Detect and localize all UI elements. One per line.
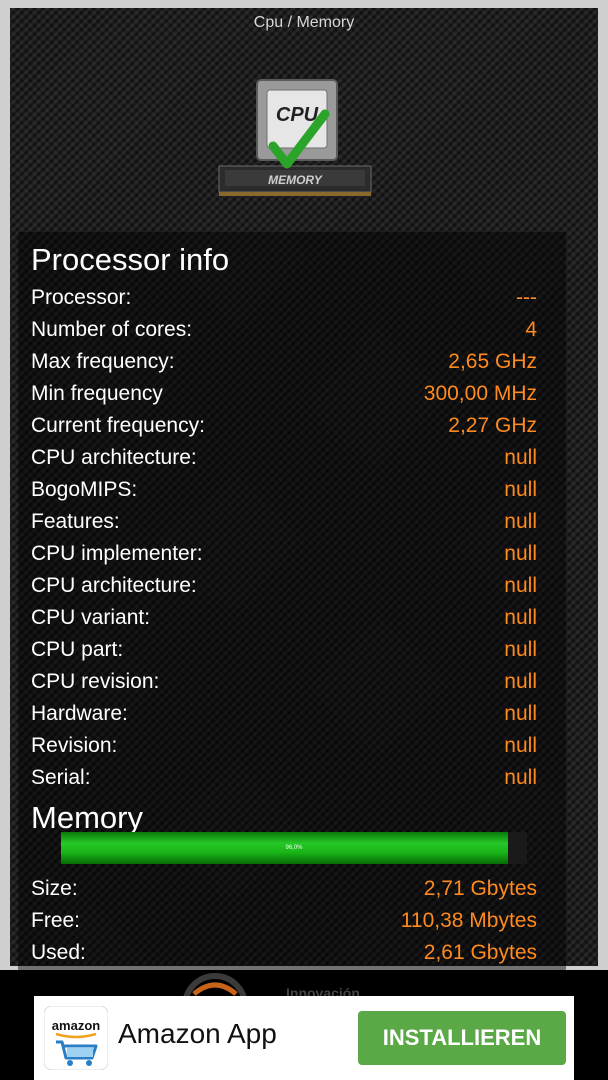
row-label: CPU revision: — [31, 670, 160, 693]
row-label: Current frequency: — [31, 414, 205, 437]
memory-free-row: Free: 110,38 Mbytes — [31, 905, 537, 937]
logo-cpu-text: CPU — [276, 104, 319, 126]
row-label: CPU implementer: — [31, 542, 203, 565]
row-label: Revision: — [31, 734, 118, 757]
row-value: 110,38 Mbytes — [400, 909, 537, 932]
row-value: 300,00 MHz — [423, 382, 537, 405]
install-button[interactable]: INSTALLIEREN — [358, 1011, 566, 1065]
row-value: null — [504, 766, 537, 789]
row-value: null — [504, 446, 537, 469]
amazon-brand-text: amazon — [52, 1018, 100, 1033]
row-value: 2,61 Gbytes — [423, 941, 537, 964]
cpu-architecture-row-2: CPU architecture: null — [31, 570, 537, 602]
bogomips-row: BogoMIPS: null — [31, 474, 537, 506]
row-value: --- — [516, 286, 537, 309]
row-label: BogoMIPS: — [31, 478, 138, 501]
memory-usage-text: 96,0% — [285, 845, 303, 851]
row-label: Features: — [31, 510, 120, 533]
max-frequency-row: Max frequency: 2,65 GHz — [31, 346, 537, 378]
logo-memory-text: MEMORY — [268, 173, 323, 187]
row-value: null — [504, 510, 537, 533]
ad-banner[interactable]: amazon Amazon App INSTALLIEREN — [34, 996, 574, 1080]
row-label: Used: — [31, 941, 86, 964]
processor-row: Processor: --- — [31, 282, 537, 314]
memory-size-row: Size: 2,71 Gbytes — [31, 873, 537, 905]
cpu-architecture-row: CPU architecture: null — [31, 442, 537, 474]
cpu-memory-logo-icon: MEMORY CPU — [218, 79, 372, 196]
row-label: Free: — [31, 909, 81, 932]
row-value: 2,65 GHz — [448, 350, 537, 373]
row-label: Max frequency: — [31, 350, 175, 373]
row-label: CPU variant: — [31, 606, 151, 629]
memory-used-row: Used: 2,61 Gbytes — [31, 937, 537, 969]
row-value: 4 — [525, 318, 537, 341]
hardware-row: Hardware: null — [31, 698, 537, 730]
row-label: CPU part: — [31, 638, 124, 661]
cpu-implementer-row: CPU implementer: null — [31, 538, 537, 570]
row-value: null — [504, 670, 537, 693]
memory-section-title: Memory — [31, 800, 143, 835]
page-title: Cpu / Memory — [253, 14, 355, 31]
serial-row: Serial: null — [31, 762, 537, 794]
cpu-revision-row: CPU revision: null — [31, 666, 537, 698]
row-value: null — [504, 574, 537, 597]
row-value: null — [504, 702, 537, 725]
row-value: null — [504, 478, 537, 501]
bottom-banner-logo-icon: Innovación — [182, 973, 360, 998]
row-label: Serial: — [31, 766, 91, 789]
row-label: Hardware: — [31, 702, 128, 725]
min-frequency-row: Min frequency 300,00 MHz — [31, 378, 537, 410]
row-label: Number of cores: — [31, 318, 193, 341]
cpu-variant-row: CPU variant: null — [31, 602, 537, 634]
memory-usage-bar: 96,0% — [61, 832, 527, 864]
row-value: null — [504, 606, 537, 629]
row-label: Processor: — [31, 286, 132, 309]
ad-title: Amazon App — [118, 1018, 277, 1049]
row-value: null — [504, 638, 537, 661]
row-value: null — [504, 734, 537, 757]
row-label: CPU architecture: — [31, 446, 197, 469]
cpu-part-row: CPU part: null — [31, 634, 537, 666]
processor-section-title: Processor info — [31, 242, 230, 277]
cores-row: Number of cores: 4 — [31, 314, 537, 346]
current-frequency-row: Current frequency: 2,27 GHz — [31, 410, 537, 442]
row-label: CPU architecture: — [31, 574, 197, 597]
revision-row: Revision: null — [31, 730, 537, 762]
row-label: Min frequency — [31, 382, 163, 405]
row-value: null — [504, 542, 537, 565]
features-row: Features: null — [31, 506, 537, 538]
row-label: Size: — [31, 877, 78, 900]
amazon-app-icon: amazon — [44, 1006, 108, 1070]
row-value: 2,27 GHz — [448, 414, 537, 437]
row-value: 2,71 Gbytes — [423, 877, 537, 900]
bottom-banner: Innovación — [180, 972, 420, 998]
